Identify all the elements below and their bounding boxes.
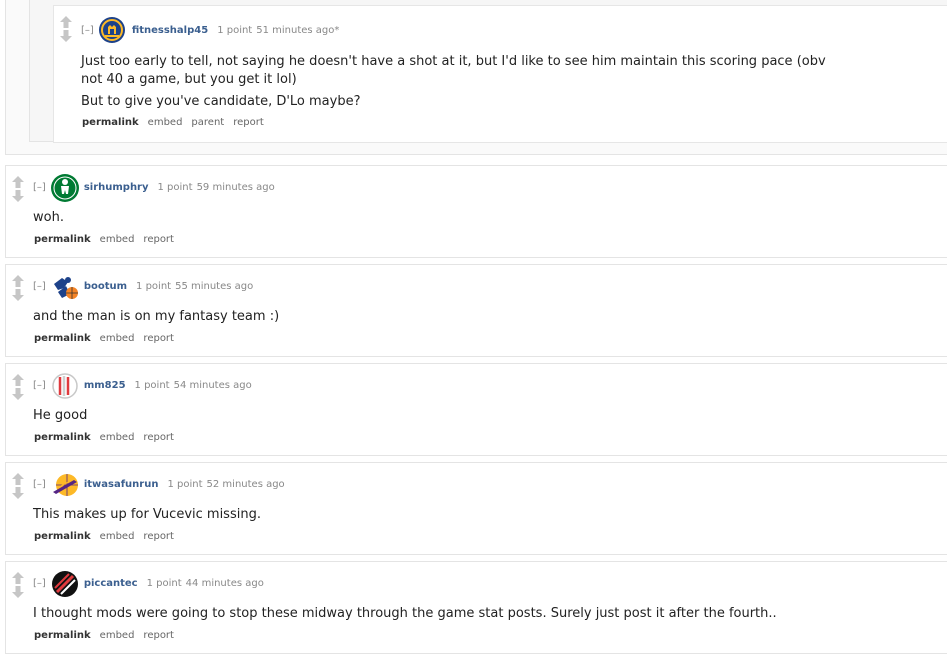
vote-controls bbox=[60, 16, 72, 44]
comment-tagline: [–] fitnesshalp45 1 point 51 minutes ago… bbox=[81, 16, 340, 44]
comment-sirhumphry: [–] sirhumphry 1 point 59 minutes ago wo… bbox=[5, 165, 947, 258]
embed-button[interactable]: embed bbox=[100, 630, 135, 641]
report-button[interactable]: report bbox=[233, 117, 264, 128]
vote-controls bbox=[12, 275, 24, 303]
collapse-toggle[interactable]: [–] bbox=[33, 479, 46, 490]
comment-paragraph: But to give you've candidate, D'Lo maybe… bbox=[81, 94, 361, 109]
permalink-button[interactable]: permalink bbox=[34, 531, 91, 542]
comment-score: 1 point bbox=[167, 478, 203, 490]
downvote-arrow-icon[interactable] bbox=[12, 586, 24, 600]
comment-fitnesshalp45: [–] fitnesshalp45 1 point 51 minutes ago… bbox=[53, 5, 947, 143]
comment-score: 1 point bbox=[217, 24, 253, 36]
collapse-toggle[interactable]: [–] bbox=[33, 281, 46, 292]
comment-mm825: [–] mm825 1 point 54 minutes ago He good… bbox=[5, 363, 947, 456]
author-link[interactable]: fitnesshalp45 bbox=[132, 25, 208, 36]
comment-tagline: [–] piccantec 1 point 44 minutes ago bbox=[33, 569, 264, 597]
knicks-logo-icon bbox=[50, 272, 78, 300]
comment-buttons: permalink embed report bbox=[34, 531, 183, 542]
upvote-arrow-icon[interactable] bbox=[12, 374, 24, 388]
comment-buttons: permalink embed report bbox=[34, 234, 183, 245]
comment-body: This makes up for Vucevic missing. bbox=[33, 507, 261, 522]
comment-buttons: permalink embed report bbox=[34, 432, 183, 443]
comment-body: Just too early to tell, not saying he do… bbox=[81, 53, 851, 111]
comment-time: 44 minutes ago bbox=[185, 577, 264, 589]
downvote-arrow-icon[interactable] bbox=[12, 190, 24, 204]
vote-controls bbox=[12, 473, 24, 501]
report-button[interactable]: report bbox=[143, 333, 174, 344]
downvote-arrow-icon[interactable] bbox=[60, 30, 72, 44]
upvote-arrow-icon[interactable] bbox=[12, 572, 24, 586]
report-button[interactable]: report bbox=[143, 630, 174, 641]
downvote-arrow-icon[interactable] bbox=[12, 487, 24, 501]
comment-piccantec: [–] piccantec 1 point 44 minutes ago I t… bbox=[5, 561, 947, 654]
embed-button[interactable]: embed bbox=[148, 117, 183, 128]
warriors-logo-icon bbox=[98, 16, 126, 44]
comment-score: 1 point bbox=[134, 379, 170, 391]
blazers-logo-icon bbox=[50, 569, 78, 597]
comment-time: 51 minutes ago* bbox=[256, 24, 340, 36]
embed-button[interactable]: embed bbox=[100, 432, 135, 443]
upvote-arrow-icon[interactable] bbox=[60, 16, 72, 30]
comment-buttons: permalink embed report bbox=[34, 333, 183, 344]
comment-buttons: permalink embed report bbox=[34, 630, 183, 641]
author-link[interactable]: sirhumphry bbox=[84, 182, 149, 193]
celtics-logo-icon bbox=[50, 173, 79, 202]
comment-score: 1 point bbox=[136, 280, 172, 292]
comment-time: 54 minutes ago bbox=[173, 379, 252, 391]
comment-tagline: [–] bootum 1 point 55 minutes ago bbox=[33, 272, 254, 300]
comment-tagline: [–] sirhumphry 1 point 59 minutes ago bbox=[33, 173, 275, 202]
report-button[interactable]: report bbox=[143, 432, 174, 443]
comment-body: woh. bbox=[33, 210, 64, 225]
permalink-button[interactable]: permalink bbox=[34, 333, 91, 344]
collapse-toggle[interactable]: [–] bbox=[33, 182, 46, 193]
author-link[interactable]: piccantec bbox=[84, 578, 138, 589]
embed-button[interactable]: embed bbox=[100, 531, 135, 542]
comment-time: 55 minutes ago bbox=[175, 280, 254, 292]
embed-button[interactable]: embed bbox=[100, 333, 135, 344]
blazers-logo-icon bbox=[50, 371, 78, 399]
upvote-arrow-icon[interactable] bbox=[12, 473, 24, 487]
comment-buttons: permalink embed parent report bbox=[82, 117, 273, 128]
downvote-arrow-icon[interactable] bbox=[12, 388, 24, 402]
collapse-toggle[interactable]: [–] bbox=[33, 380, 46, 391]
upvote-arrow-icon[interactable] bbox=[12, 275, 24, 289]
comment-score: 1 point bbox=[157, 181, 193, 193]
report-button[interactable]: report bbox=[143, 531, 174, 542]
author-link[interactable]: itwasafunrun bbox=[84, 479, 159, 490]
comment-body: and the man is on my fantasy team :) bbox=[33, 309, 280, 324]
comment-bootum: [–] bootum 1 point 55 minutes ago and th… bbox=[5, 264, 947, 357]
comment-itwasafunrun: [–] itwasafunrun 1 point 52 minutes ago … bbox=[5, 462, 947, 555]
vote-controls bbox=[12, 572, 24, 600]
comment-tagline: [–] itwasafunrun 1 point 52 minutes ago bbox=[33, 472, 285, 496]
permalink-button[interactable]: permalink bbox=[82, 117, 139, 128]
comment-paragraph: Just too early to tell, not saying he do… bbox=[81, 54, 826, 87]
permalink-button[interactable]: permalink bbox=[34, 234, 91, 245]
permalink-button[interactable]: permalink bbox=[34, 432, 91, 443]
collapse-toggle[interactable]: [–] bbox=[33, 578, 46, 589]
lakers-logo-icon bbox=[50, 470, 78, 498]
comment-score: 1 point bbox=[146, 577, 182, 589]
parent-button[interactable]: parent bbox=[191, 117, 224, 128]
report-button[interactable]: report bbox=[143, 234, 174, 245]
permalink-button[interactable]: permalink bbox=[34, 630, 91, 641]
comment-time: 59 minutes ago bbox=[196, 181, 275, 193]
downvote-arrow-icon[interactable] bbox=[12, 289, 24, 303]
vote-controls bbox=[12, 176, 24, 204]
comment-time: 52 minutes ago bbox=[206, 478, 285, 490]
vote-controls bbox=[12, 374, 24, 402]
comment-body: I thought mods were going to stop these … bbox=[33, 606, 777, 621]
comment-tagline: [–] mm825 1 point 54 minutes ago bbox=[33, 371, 252, 399]
author-link[interactable]: mm825 bbox=[84, 380, 126, 391]
embed-button[interactable]: embed bbox=[100, 234, 135, 245]
comment-body: He good bbox=[33, 408, 88, 423]
author-link[interactable]: bootum bbox=[84, 281, 127, 292]
collapse-toggle[interactable]: [–] bbox=[81, 25, 94, 36]
upvote-arrow-icon[interactable] bbox=[12, 176, 24, 190]
